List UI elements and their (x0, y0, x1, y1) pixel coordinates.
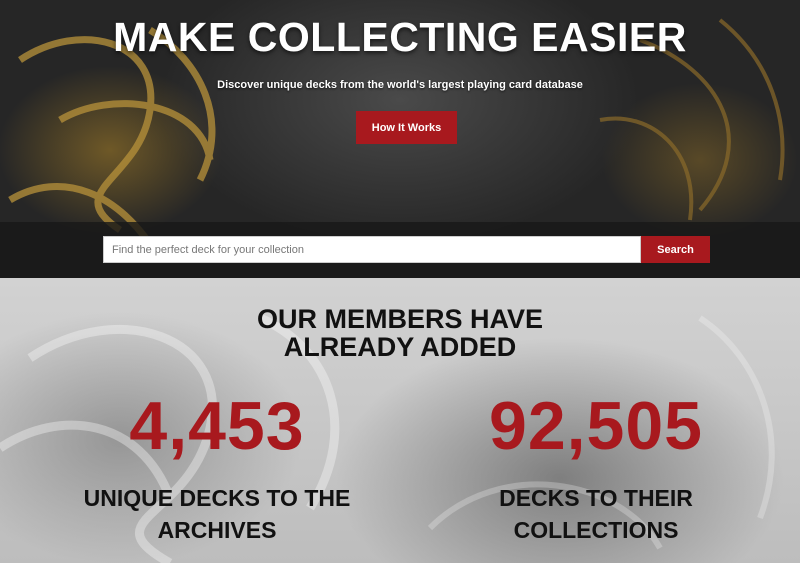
stats-heading-line1: OUR MEMBERS HAVE (256, 304, 544, 334)
search-input[interactable] (103, 236, 641, 263)
unique-decks-label-line2: ARCHIVES (157, 517, 277, 543)
stats-section: OUR MEMBERS HAVE ALREADY ADDED 4,453 UNI… (0, 278, 800, 563)
unique-decks-label: UNIQUE DECKS TO THE ARCHIVES (52, 482, 382, 546)
hero-title: MAKE COLLECTING EASIER (113, 14, 687, 60)
collection-decks-count: 92,505 (489, 388, 703, 464)
collection-decks-label-line1: DECKS TO THEIR (499, 485, 693, 511)
collection-decks-label: DECKS TO THEIR COLLECTIONS (431, 482, 761, 546)
hero-subtitle: Discover unique decks from the world's l… (217, 79, 583, 91)
search-button[interactable]: Search (641, 236, 710, 263)
collection-decks-label-line2: COLLECTIONS (513, 517, 679, 543)
unique-decks-count: 4,453 (129, 388, 305, 464)
hero-section: MAKE COLLECTING EASIER Discover unique d… (0, 0, 800, 278)
stats-heading: OUR MEMBERS HAVE ALREADY ADDED (0, 305, 800, 361)
how-it-works-button[interactable]: How It Works (356, 111, 457, 144)
unique-decks-label-line1: UNIQUE DECKS TO THE (83, 485, 351, 511)
stats-heading-line2: ALREADY ADDED (283, 332, 517, 362)
